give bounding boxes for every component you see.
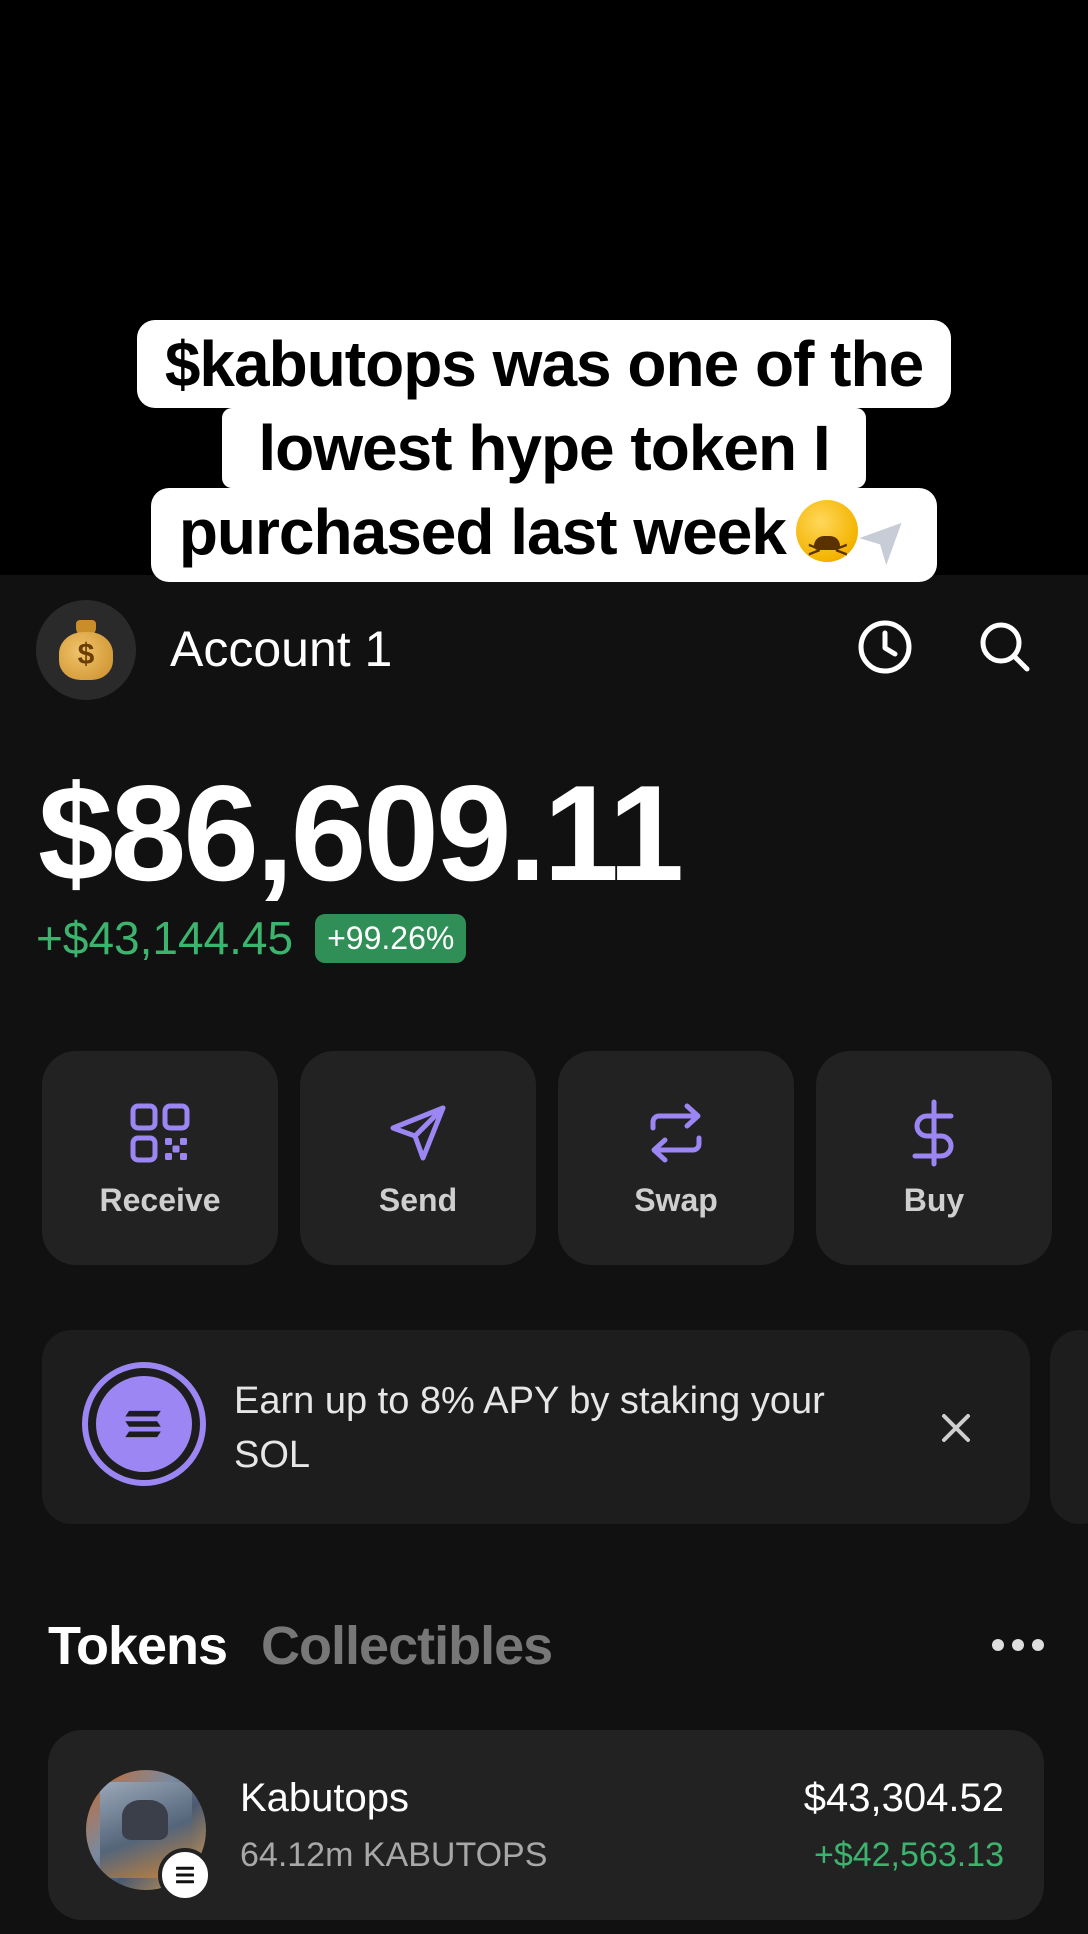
token-value: $43,304.52 xyxy=(803,1776,1004,1820)
balance-change-percent-badge: +99.26% xyxy=(315,913,467,963)
token-amount: 64.12m KABUTOPS xyxy=(240,1836,548,1874)
asset-tabs: Tokens Collectibles xyxy=(48,1615,553,1677)
solana-chain-icon xyxy=(158,1848,212,1902)
staking-promo-card[interactable]: Earn up to 8% APY by staking your SOL xyxy=(42,1330,1030,1524)
send-label: Send xyxy=(378,1181,458,1218)
wallet-app: $ Account 1 $86,609.11 +$43,144.45 +99.2… xyxy=(0,575,1088,1934)
caption-line-1: $kabutops was one of the xyxy=(136,320,952,408)
account-avatar[interactable]: $ xyxy=(36,600,136,700)
swap-label: Swap xyxy=(634,1181,718,1218)
token-name: Kabutops xyxy=(240,1776,410,1820)
solana-icon xyxy=(82,1362,206,1486)
token-change: +$42,563.13 xyxy=(813,1836,1004,1874)
header: $ Account 1 xyxy=(0,575,1088,715)
caption-line-2: lowest hype token I xyxy=(222,408,866,488)
promo-text: Earn up to 8% APY by staking your SOL xyxy=(234,1380,825,1476)
money-bag-icon: $ xyxy=(59,620,113,680)
more-icon[interactable] xyxy=(992,1630,1052,1660)
account-name[interactable]: Account 1 xyxy=(170,620,392,678)
history-icon[interactable] xyxy=(855,617,915,677)
total-balance: $86,609.11 xyxy=(38,757,684,909)
balance-change: +$43,144.45 +99.26% xyxy=(36,911,467,965)
rocket-emoji-icon: ➤ xyxy=(843,496,926,579)
swap-button[interactable]: Swap xyxy=(558,1051,794,1265)
token-row[interactable]: Kabutops 64.12m KABUTOPS $43,304.52 +$42… xyxy=(48,1730,1044,1920)
tab-tokens[interactable]: Tokens xyxy=(48,1615,228,1677)
balance-change-amount: +$43,144.45 xyxy=(36,912,294,964)
search-icon[interactable] xyxy=(975,617,1035,677)
close-icon[interactable] xyxy=(928,1400,984,1456)
buy-button[interactable]: Buy xyxy=(816,1051,1052,1265)
receive-button[interactable]: Receive xyxy=(42,1051,278,1265)
receive-label: Receive xyxy=(99,1181,221,1218)
next-promo-card-peek[interactable] xyxy=(1050,1330,1088,1524)
qr-code-icon xyxy=(130,1103,190,1162)
caption-line-3: purchased last week ➤ xyxy=(150,488,938,590)
buy-label: Buy xyxy=(903,1181,965,1218)
send-icon xyxy=(390,1105,446,1160)
swap-icon xyxy=(650,1103,702,1162)
dollar-icon xyxy=(912,1099,954,1166)
video-caption: $kabutops was one of the lowest hype tok… xyxy=(0,320,1088,590)
tab-collectibles[interactable]: Collectibles xyxy=(261,1615,553,1677)
action-buttons: Receive Send Swap Buy xyxy=(42,1051,1052,1265)
caption-line-3-text: purchased last week xyxy=(178,496,787,568)
send-button[interactable]: Send xyxy=(300,1051,536,1265)
